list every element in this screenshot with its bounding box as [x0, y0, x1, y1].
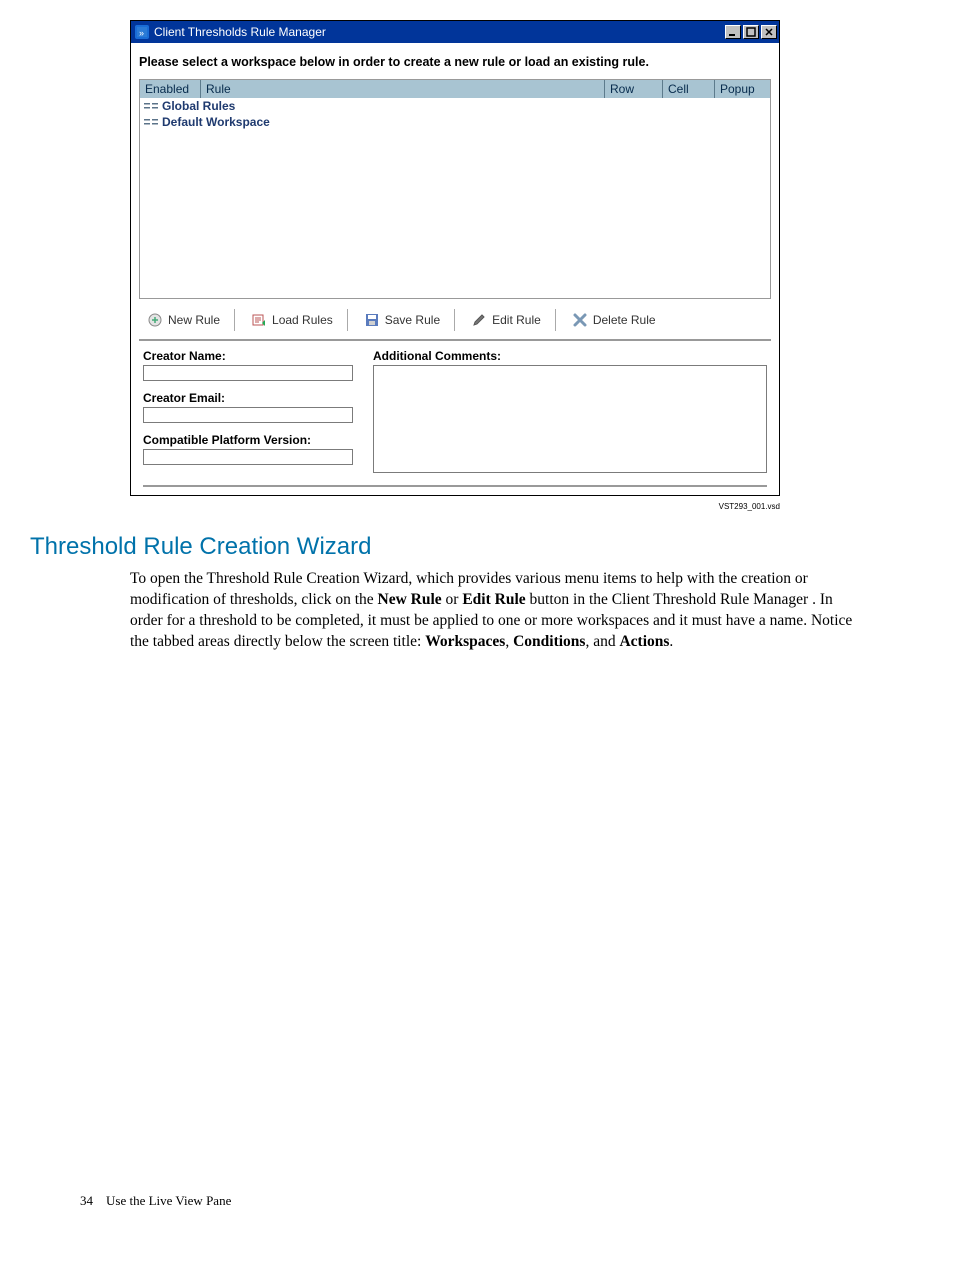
minimize-button[interactable]	[725, 25, 741, 39]
form-area: Creator Name: Creator Email: Compatible …	[139, 339, 771, 485]
figure-caption: VST293_001.vsd	[130, 502, 780, 511]
para-text: or	[442, 591, 463, 608]
new-rule-icon	[147, 312, 163, 328]
edit-rule-icon	[471, 312, 487, 328]
window-titlebar: » Client Thresholds Rule Manager	[131, 21, 779, 43]
delete-rule-button[interactable]: Delete Rule	[568, 309, 670, 331]
close-button[interactable]	[761, 25, 777, 39]
para-text: , and	[585, 633, 619, 650]
toolbar: New Rule Load Rules Save Rule	[139, 299, 771, 339]
creator-email-label: Creator Email:	[143, 391, 353, 405]
load-rules-label: Load Rules	[272, 313, 333, 327]
row-label: Default Workspace	[162, 115, 270, 129]
save-rule-label: Save Rule	[385, 313, 440, 327]
table-header: Enabled Rule Row Cell Popup	[140, 80, 770, 98]
col-enabled[interactable]: Enabled	[140, 80, 200, 98]
app-icon: »	[135, 25, 149, 39]
maximize-button[interactable]	[743, 25, 759, 39]
new-rule-button[interactable]: New Rule	[143, 309, 235, 331]
footer-text: Use the Live View Pane	[106, 1193, 231, 1208]
row-label: Global Rules	[162, 99, 235, 113]
creator-email-input[interactable]	[143, 407, 353, 423]
window-controls	[725, 25, 777, 39]
instruction-text: Please select a workspace below in order…	[139, 55, 771, 69]
page-number: 34	[80, 1193, 93, 1208]
para-text: ,	[505, 633, 513, 650]
body-paragraph: To open the Threshold Rule Creation Wiza…	[130, 569, 864, 653]
additional-comments-input[interactable]	[373, 365, 767, 473]
col-rule[interactable]: Rule	[200, 80, 604, 98]
window-title: Client Thresholds Rule Manager	[154, 25, 326, 39]
svg-text:»: »	[139, 28, 144, 38]
creator-name-label: Creator Name:	[143, 349, 353, 363]
save-rule-button[interactable]: Save Rule	[360, 309, 455, 331]
group-icon	[144, 101, 158, 111]
table-row[interactable]: Global Rules	[140, 98, 770, 114]
compat-version-label: Compatible Platform Version:	[143, 433, 353, 447]
term-actions: Actions	[619, 633, 669, 650]
table-row[interactable]: Default Workspace	[140, 114, 770, 130]
group-icon	[144, 117, 158, 127]
load-rules-icon	[251, 312, 267, 328]
compat-version-input[interactable]	[143, 449, 353, 465]
rule-manager-screenshot: » Client Thresholds Rule Manager	[130, 20, 780, 511]
page-footer: 34 Use the Live View Pane	[80, 1193, 924, 1209]
section-heading: Threshold Rule Creation Wizard	[30, 533, 924, 561]
col-cell[interactable]: Cell	[662, 80, 714, 98]
term-workspaces: Workspaces	[425, 633, 505, 650]
para-text: .	[669, 633, 673, 650]
creator-name-input[interactable]	[143, 365, 353, 381]
additional-comments-label: Additional Comments:	[373, 349, 767, 363]
term-conditions: Conditions	[513, 633, 585, 650]
edit-rule-label: Edit Rule	[492, 313, 541, 327]
col-row[interactable]: Row	[604, 80, 662, 98]
new-rule-label: New Rule	[168, 313, 220, 327]
term-edit-rule: Edit Rule	[462, 591, 525, 608]
edit-rule-button[interactable]: Edit Rule	[467, 309, 556, 331]
delete-rule-label: Delete Rule	[593, 313, 656, 327]
load-rules-button[interactable]: Load Rules	[247, 309, 348, 331]
delete-rule-icon	[572, 312, 588, 328]
col-popup[interactable]: Popup	[714, 80, 770, 98]
term-new-rule: New Rule	[378, 591, 442, 608]
rules-table: Enabled Rule Row Cell Popup Global Rules	[139, 79, 771, 299]
window-frame: » Client Thresholds Rule Manager	[130, 20, 780, 496]
save-rule-icon	[364, 312, 380, 328]
